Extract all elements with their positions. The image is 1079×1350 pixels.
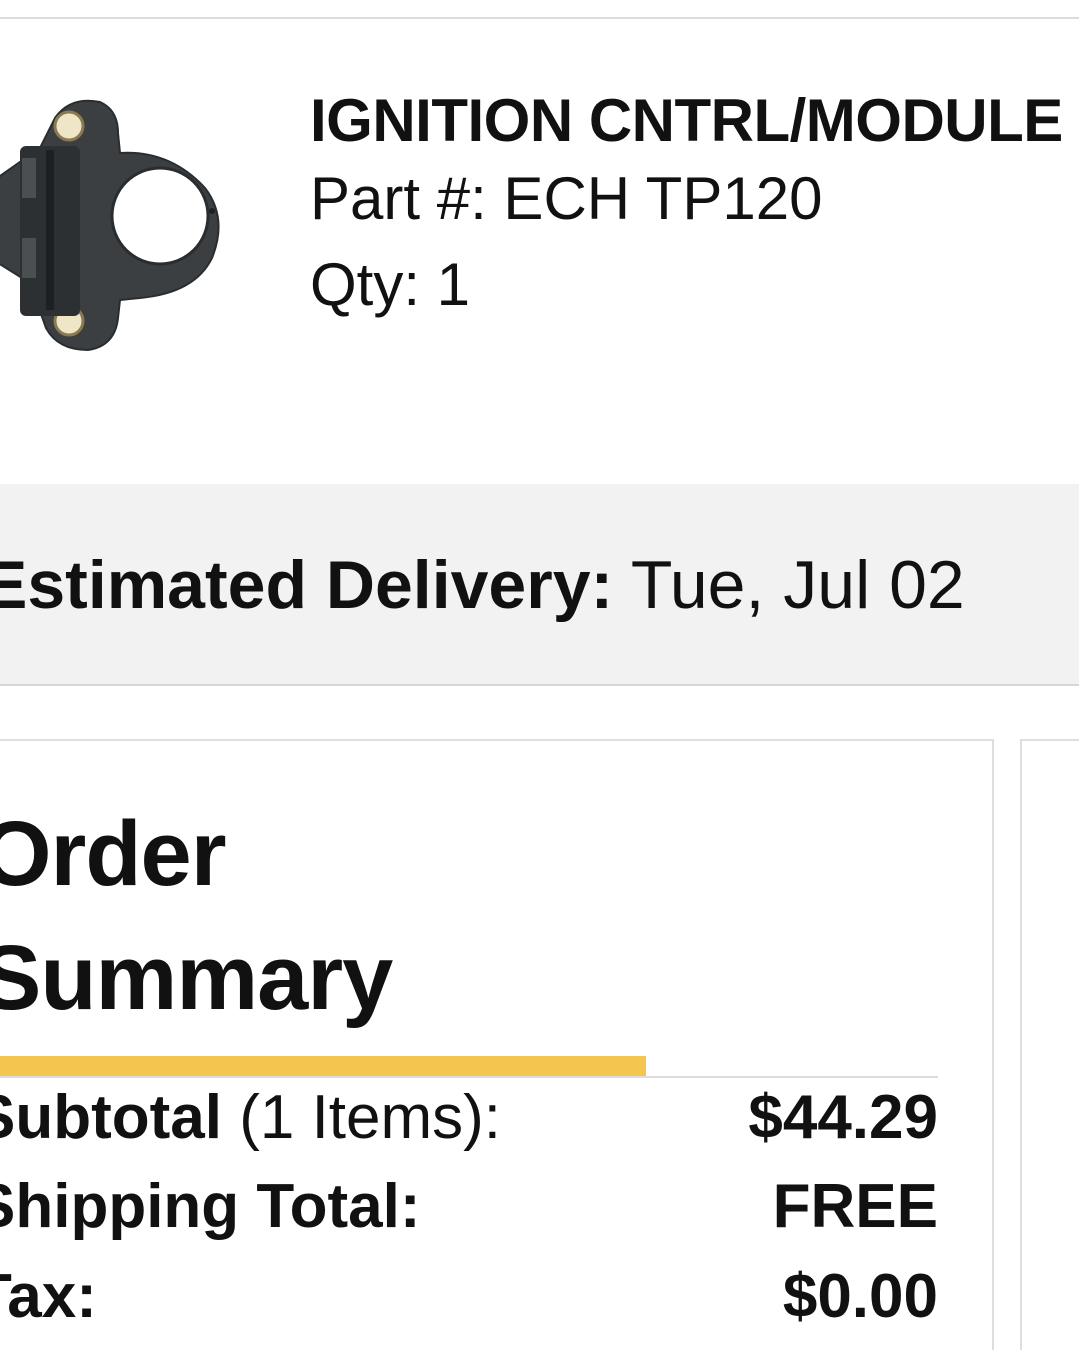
- tax-label: Tax:: [0, 1262, 97, 1331]
- order-summary-title: Order Summary: [0, 792, 580, 1040]
- side-card: [1020, 739, 1079, 1350]
- tax-value: $0.00: [782, 1262, 938, 1331]
- product-name[interactable]: IGNITION CNTRL/MODULE: [310, 88, 1079, 154]
- order-confirmation-page: IGNITION CNTRL/MODULE Part #: ECH TP120 …: [0, 0, 1079, 1350]
- product-image[interactable]: [0, 88, 230, 358]
- subtotal-value: $44.29: [748, 1083, 938, 1152]
- quantity: Qty: 1: [310, 251, 471, 318]
- part-number: Part #: ECH TP120: [310, 165, 823, 232]
- subtotal-row: Subtotal (1 Items): $44.29: [0, 1073, 938, 1163]
- delivery-date: Tue, Jul 02: [613, 547, 965, 623]
- subtotal-label: Subtotal (1 Items):: [0, 1073, 501, 1163]
- product-info: IGNITION CNTRL/MODULE Part #: ECH TP120 …: [310, 88, 1079, 330]
- subtotal-item-count: (1 Items):: [221, 1083, 502, 1152]
- divider: [0, 17, 1079, 19]
- order-summary-title-line1: Order: [0, 803, 227, 905]
- delivery-label: Estimated Delivery:: [0, 547, 614, 623]
- shipping-label: Shipping Total:: [0, 1172, 421, 1241]
- order-summary-title-line2: Summary: [0, 927, 393, 1029]
- shipping-value: FREE: [772, 1172, 938, 1241]
- estimated-delivery: Estimated Delivery: Tue, Jul 02: [0, 545, 965, 625]
- tax-row: Tax: $0.00: [0, 1252, 938, 1342]
- subtotal-label-text: Subtotal: [0, 1083, 222, 1152]
- shipping-row: Shipping Total: FREE: [0, 1162, 938, 1252]
- ignition-module-icon: [0, 99, 220, 352]
